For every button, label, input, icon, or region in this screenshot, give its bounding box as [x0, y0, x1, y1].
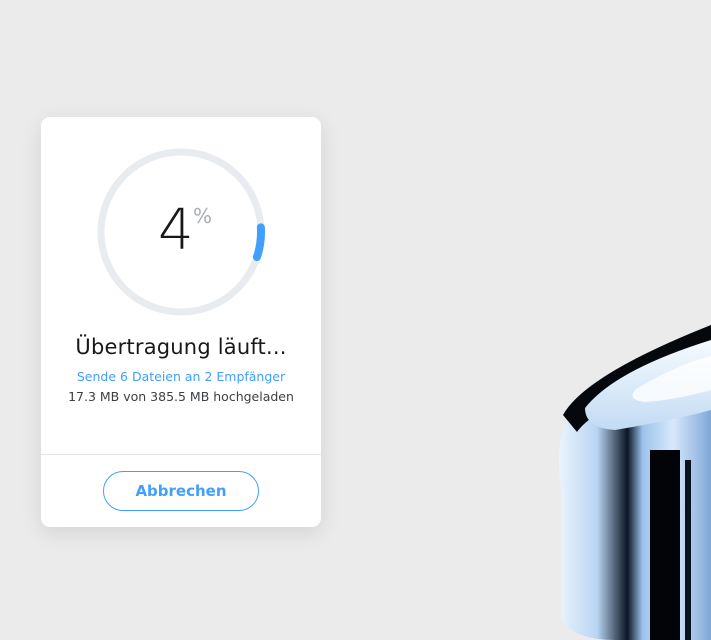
progress-ring-arc — [252, 223, 265, 262]
progress-percent-value: 4 — [158, 198, 194, 263]
uploaded-size-info: 17.3 MB von 385.5 MB hochgeladen — [68, 389, 294, 404]
transfer-status-title: Übertragung läuft... — [75, 335, 287, 359]
progress-percent-sign: % — [193, 204, 213, 228]
metallic-object-illustration — [559, 325, 711, 640]
card-divider — [41, 454, 321, 455]
upload-progress-card: 4 % Übertragung läuft... Sende 6 Dateien… — [41, 117, 321, 527]
cancel-button[interactable]: Abbrechen — [103, 471, 259, 511]
recipients-info: Sende 6 Dateien an 2 Empfänger — [76, 369, 286, 384]
